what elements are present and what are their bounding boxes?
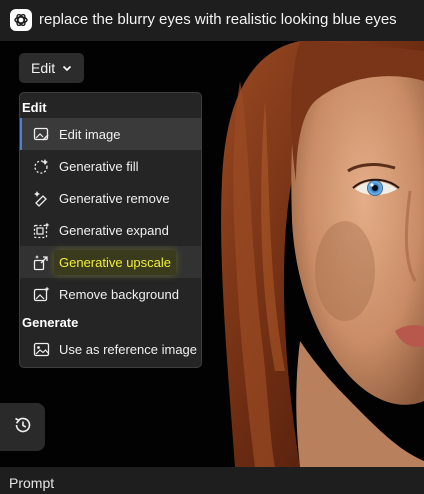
menu-item-label: Generative remove bbox=[59, 190, 170, 206]
edit-image-icon bbox=[33, 126, 50, 143]
menu-item-generative-upscale[interactable]: Generative upscale bbox=[20, 246, 201, 278]
edit-dropdown-button[interactable]: Edit bbox=[19, 53, 84, 83]
menu-item-label: Use as reference image bbox=[59, 341, 198, 357]
generative-fill-icon bbox=[33, 158, 50, 175]
menu-item-label: Generative fill bbox=[59, 158, 139, 174]
prompt-title: replace the blurry eyes with realistic l… bbox=[39, 11, 397, 28]
prompt-label: Prompt bbox=[9, 475, 55, 491]
menu-item-label: Remove background bbox=[59, 286, 179, 302]
remove-background-icon bbox=[33, 286, 50, 303]
menu-item-use-as-reference[interactable]: Use as reference image bbox=[20, 333, 201, 365]
menu-item-generative-expand[interactable]: Generative expand bbox=[20, 214, 201, 246]
edit-menu: Edit Edit image Generative fill Generati… bbox=[19, 92, 202, 368]
menu-item-generative-fill[interactable]: Generative fill bbox=[20, 150, 201, 182]
menu-item-label: Generative upscale bbox=[54, 249, 177, 275]
generative-upscale-icon bbox=[33, 254, 50, 271]
menu-item-label: Edit image bbox=[59, 126, 121, 142]
image-canvas[interactable]: Edit Edit Edit image Generative fill Gen… bbox=[0, 41, 424, 467]
history-icon bbox=[13, 415, 33, 440]
generative-expand-icon bbox=[33, 222, 50, 239]
chevron-down-icon bbox=[61, 62, 73, 74]
reference-image-icon bbox=[33, 341, 50, 358]
menu-section-edit: Edit bbox=[22, 100, 47, 115]
menu-item-edit-image[interactable]: Edit image bbox=[20, 118, 201, 150]
menu-item-generative-remove[interactable]: Generative remove bbox=[20, 182, 201, 214]
edit-button-label: Edit bbox=[31, 60, 56, 76]
menu-item-label: Generative expand bbox=[59, 222, 169, 238]
openai-logo-icon bbox=[10, 9, 32, 31]
generative-remove-icon bbox=[33, 190, 50, 207]
top-bar: replace the blurry eyes with realistic l… bbox=[0, 0, 424, 40]
menu-item-remove-background[interactable]: Remove background bbox=[20, 278, 201, 310]
history-button[interactable] bbox=[0, 403, 45, 451]
menu-section-generate: Generate bbox=[22, 315, 79, 330]
